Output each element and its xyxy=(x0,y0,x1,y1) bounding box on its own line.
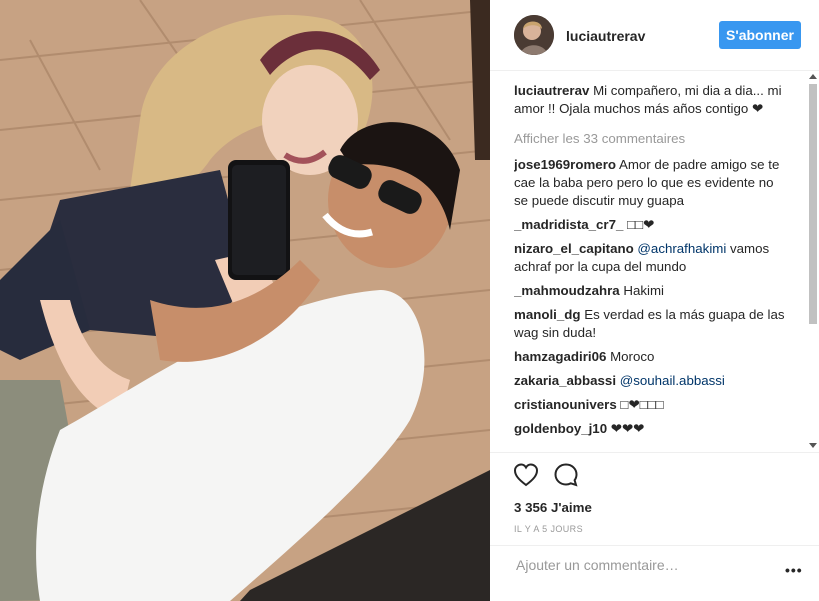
add-comment-input[interactable] xyxy=(514,555,768,575)
post-actions: 3 356 J'aime IL Y A 5 JOURS ••• xyxy=(490,452,819,593)
comment-item: jose1969romero Amor de padre amigo se te… xyxy=(514,156,790,210)
comment-username[interactable]: hamzagadiri06 xyxy=(514,349,606,364)
comment-username[interactable]: zakaria_abbassi xyxy=(514,373,616,388)
comment-item: _mahmoudzahra Hakimi xyxy=(514,282,790,300)
comments-scrollbar[interactable] xyxy=(807,70,819,450)
comment-item: nizaro_el_capitano @achrafhakimi vamos a… xyxy=(514,240,790,276)
comment-username[interactable]: _mahmoudzahra xyxy=(514,283,620,298)
comment-username[interactable]: jose1969romero xyxy=(514,157,616,172)
comment-username[interactable]: manoli_dg xyxy=(514,307,581,322)
comment-text: ❤❤❤ xyxy=(607,421,645,436)
comment-username[interactable]: cristianounivers xyxy=(514,397,617,412)
post-caption: luciautrerav Mi compañero, mi dia a dia.… xyxy=(514,82,790,118)
caption-username[interactable]: luciautrerav xyxy=(514,83,589,98)
comment-username[interactable]: goldenboy_j10 xyxy=(514,421,607,436)
comment-mention-link[interactable]: @achrafhakimi xyxy=(637,241,726,256)
comment-username[interactable]: nizaro_el_capitano xyxy=(514,241,634,256)
comment-text: □❤□□□ xyxy=(616,397,664,412)
post-header: luciautrerav S'abonner xyxy=(490,0,819,71)
comment-item: goldenboy_j10 ❤❤❤ xyxy=(514,420,790,438)
comments-list: luciautrerav Mi compañero, mi dia a dia.… xyxy=(514,82,790,450)
photo-image xyxy=(0,0,490,601)
avatar-image xyxy=(514,15,554,55)
scroll-down-arrow-icon[interactable] xyxy=(809,443,817,448)
scrollbar-thumb[interactable] xyxy=(809,84,817,324)
view-all-comments-link[interactable]: Afficher les 33 commentaires xyxy=(514,130,790,148)
follow-button[interactable]: S'abonner xyxy=(719,21,801,49)
comment-icon[interactable] xyxy=(552,461,580,489)
post-timestamp: IL Y A 5 JOURS xyxy=(514,524,583,534)
post-sidebar: luciautrerav S'abonner luciautrerav Mi c… xyxy=(490,0,819,601)
comment-username[interactable]: _madridista_cr7_ xyxy=(514,217,623,232)
comment-text: □□❤ xyxy=(623,217,655,232)
comment-item: hamzagadiri06 Moroco xyxy=(514,348,790,366)
post-photo[interactable] xyxy=(0,0,490,601)
comment-item: zakaria_abbassi @souhail.abbassi xyxy=(514,372,790,390)
more-options-icon[interactable]: ••• xyxy=(785,562,803,578)
comment-item: manoli_dg Es verdad es la más guapa de l… xyxy=(514,306,790,342)
heart-icon[interactable] xyxy=(512,461,540,489)
comment-mention-link[interactable]: @souhail.abbassi xyxy=(620,373,725,388)
comment-text: Hakimi xyxy=(619,283,664,298)
username-link[interactable]: luciautrerav xyxy=(566,28,645,44)
comment-text: Moroco xyxy=(606,349,655,364)
comment-item: cristianounivers □❤□□□ xyxy=(514,396,790,414)
add-comment-bar: ••• xyxy=(490,545,819,594)
comment-item: _madridista_cr7_ □□❤ xyxy=(514,216,790,234)
scroll-up-arrow-icon[interactable] xyxy=(809,74,817,79)
avatar[interactable] xyxy=(514,15,554,55)
likes-count[interactable]: 3 356 J'aime xyxy=(514,500,592,515)
